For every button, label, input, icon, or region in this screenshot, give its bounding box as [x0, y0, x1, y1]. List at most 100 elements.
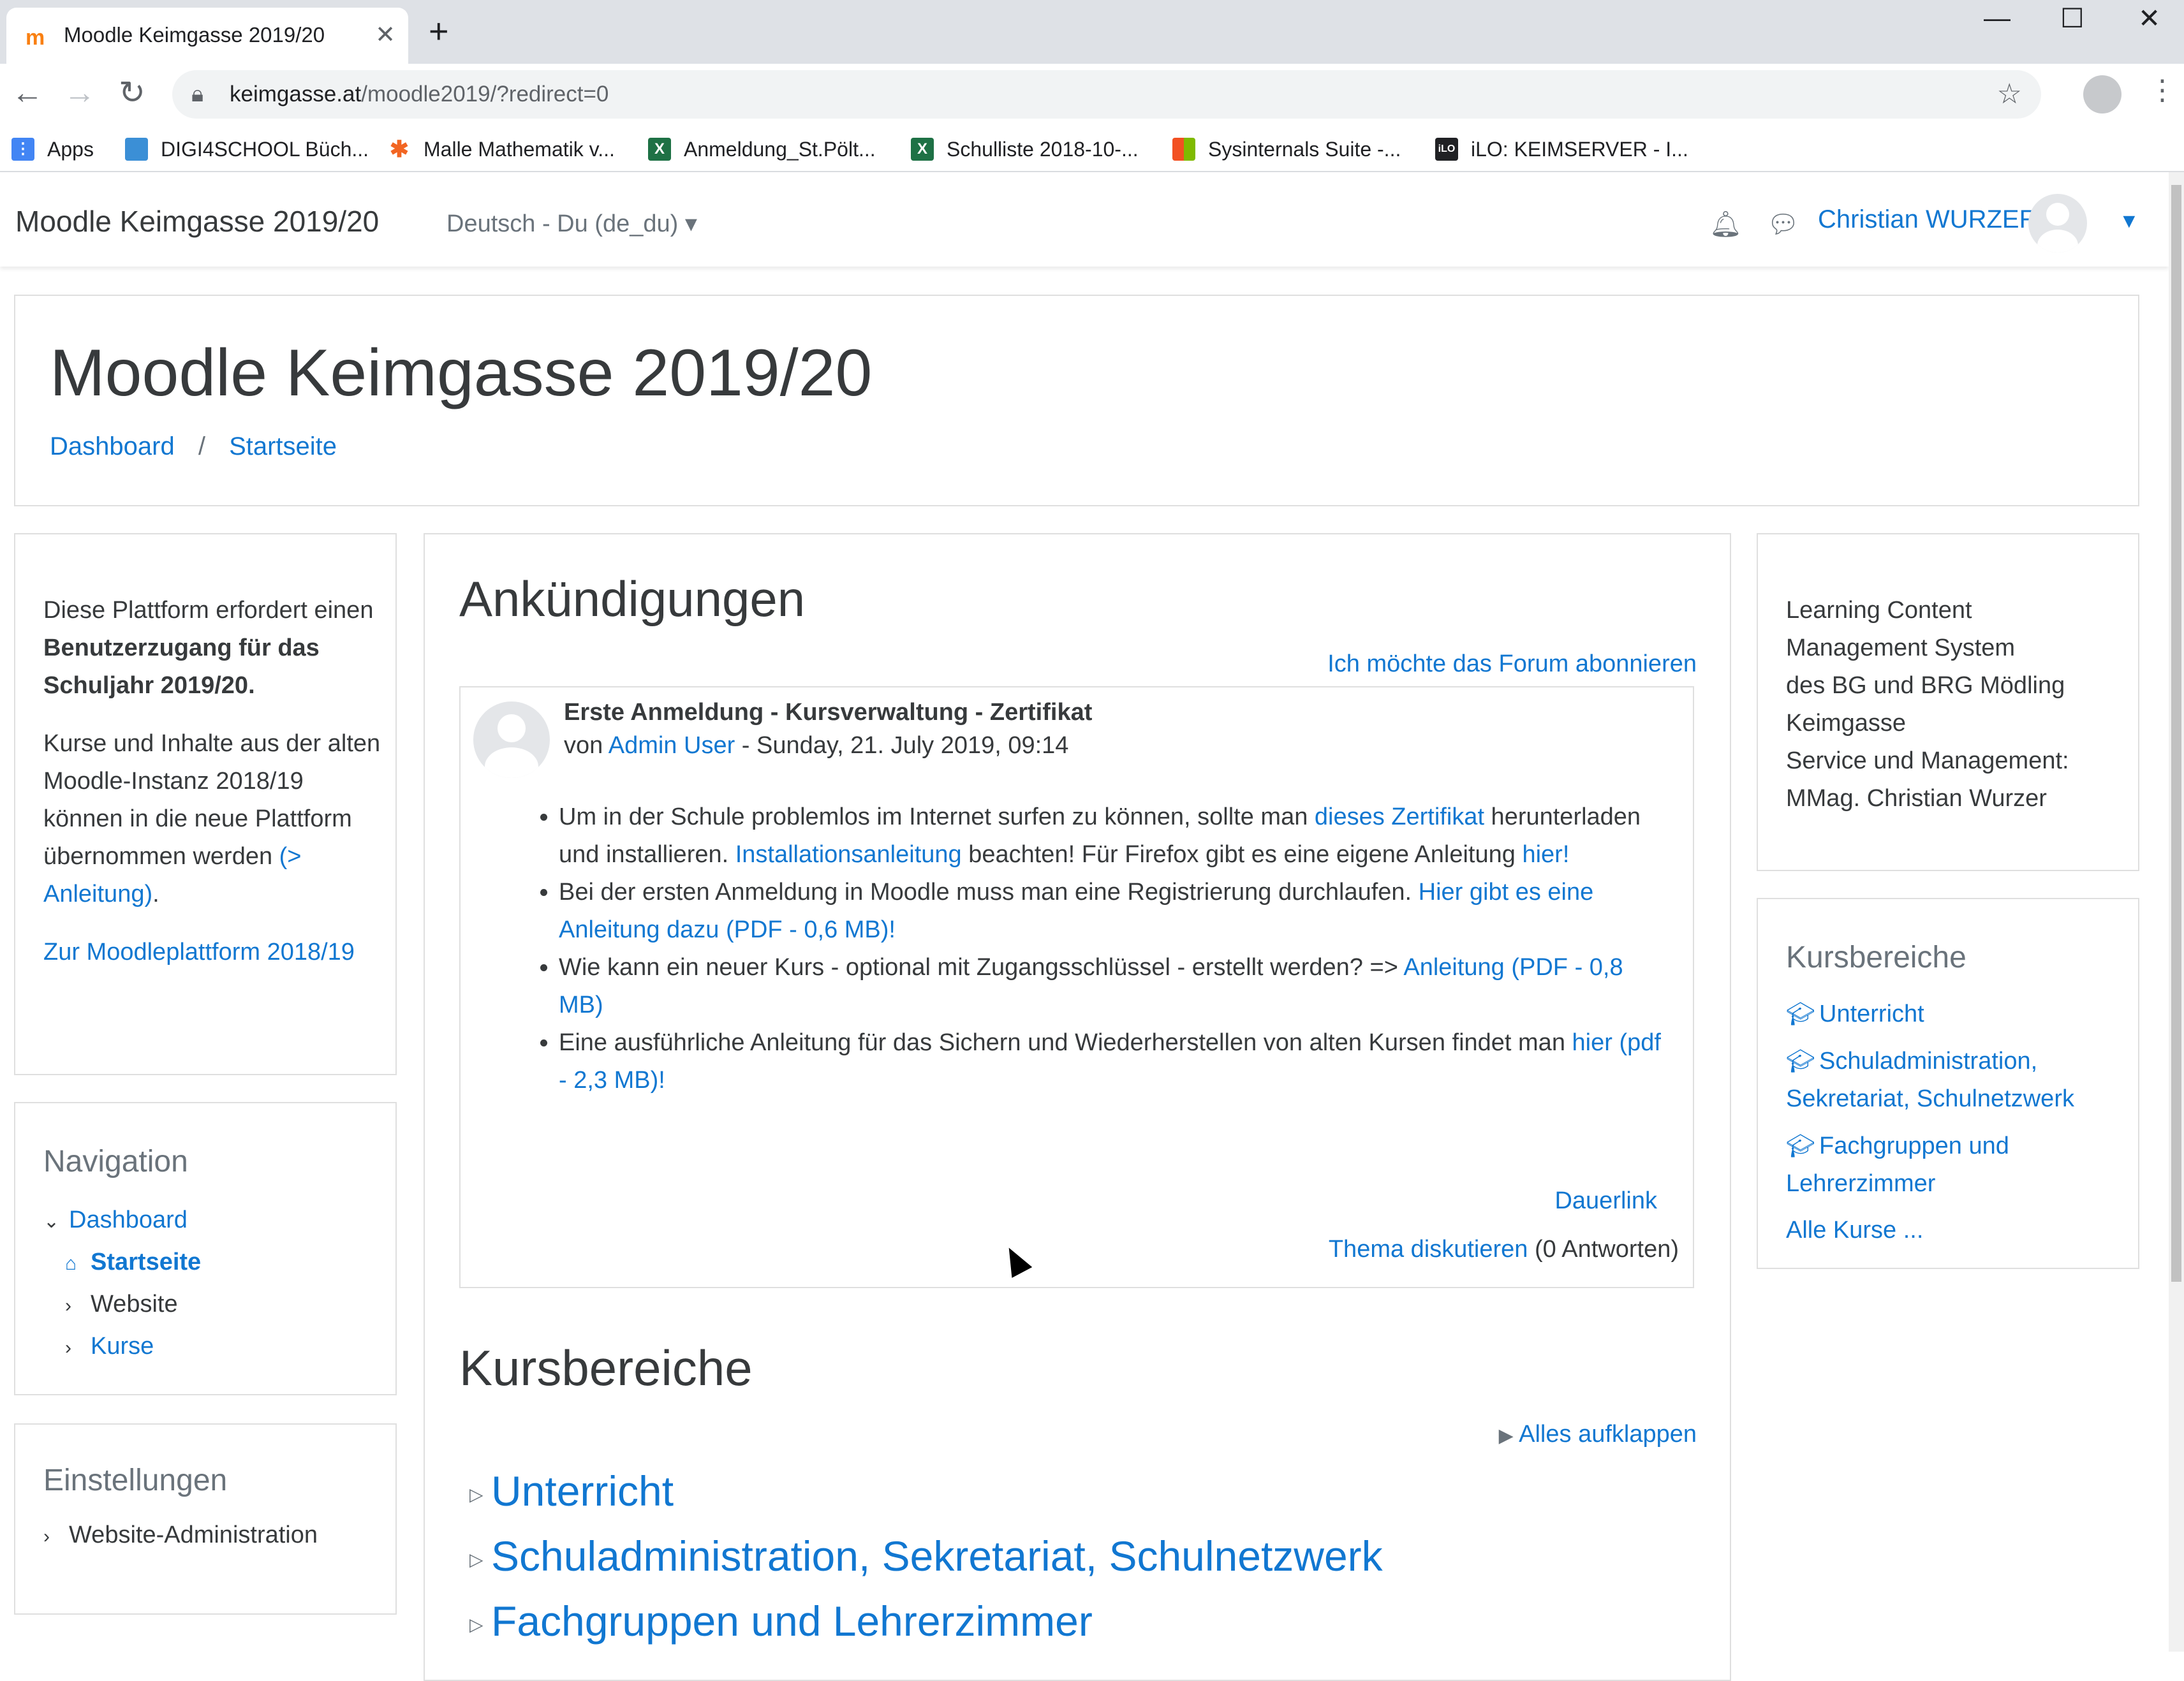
bookmark-sysinternals[interactable]: Sysinternals Suite -...: [1172, 135, 1401, 163]
navigation-tree: ⌄ Dashboard ⌂ Startseite › Website › Kurse: [43, 1199, 388, 1367]
info-text: Diese Plattform erfordert einen Benutzer…: [43, 597, 381, 965]
maximize-icon[interactable]: ☐: [2060, 3, 2084, 34]
block-category-fachgruppen[interactable]: 🎓︎ Fachgruppen und Lehrerzimmer: [1786, 1127, 2130, 1203]
course-categories-block-title: Kursbereiche: [1786, 941, 1966, 974]
nav-item-startseite[interactable]: ⌂ Startseite: [43, 1241, 388, 1283]
settings-title: Einstellungen: [43, 1464, 228, 1497]
subscribe-forum-link[interactable]: Ich möchte das Forum abonnieren: [1327, 650, 1697, 678]
settings-block: Einstellungen › Website-Administration: [14, 1423, 397, 1615]
tab-title: Moodle Keimgasse 2019/20: [64, 23, 325, 47]
chevron-right-icon[interactable]: ›: [65, 1285, 91, 1327]
bookmark-apps[interactable]: ⋮ Apps: [11, 135, 94, 163]
block-category-unterricht[interactable]: 🎓︎ Unterricht: [1786, 995, 2130, 1033]
certificate-link[interactable]: dieses Zertifikat: [1315, 804, 1484, 830]
firefox-guide-link[interactable]: hier!: [1522, 841, 1569, 868]
language-menu[interactable]: Deutsch - Du (de_du) ▾: [446, 209, 697, 238]
installation-guide-link[interactable]: Installationsanleitung: [735, 841, 962, 868]
page-header: Moodle Keimgasse 2019/20 Dashboard / Sta…: [14, 295, 2139, 506]
page-scrollbar-thumb[interactable]: [2171, 185, 2181, 1282]
block-category-schuladministration[interactable]: 🎓︎ Schuladministration, Sekretariat, Schu…: [1786, 1042, 2130, 1118]
course-categories-block: Kursbereiche 🎓︎ Unterricht 🎓︎ Schuladminis…: [1757, 898, 2139, 1269]
navigation-title: Navigation: [43, 1145, 188, 1178]
profile-avatar-icon[interactable]: [2083, 75, 2121, 114]
announcements-title: Ankündigungen: [459, 571, 806, 627]
minimize-icon[interactable]: —: [1984, 3, 2011, 33]
all-courses-link[interactable]: Alle Kurse ...: [1786, 1212, 2130, 1249]
bookmarks-bar: ⋮ Apps DIGI4SCHOOL Büch... ✱ Malle Mathe…: [0, 126, 2184, 172]
bookmark-malle[interactable]: ✱ Malle Mathematik v...: [388, 135, 615, 163]
list-item: Wie kann ein neuer Kurs - optional mit Z…: [559, 949, 1669, 1024]
user-menu-caret-icon[interactable]: ▼: [2119, 209, 2139, 233]
chevron-down-icon[interactable]: ⌄: [43, 1201, 69, 1243]
apps-grid-icon: ⋮: [11, 138, 34, 161]
breadcrumb-startseite[interactable]: Startseite: [229, 432, 337, 460]
old-moodle-link[interactable]: Zur Moodleplattform 2018/19: [43, 939, 355, 965]
post-subject: Erste Anmeldung - Kursverwaltung - Zerti…: [564, 699, 1093, 726]
site-brand[interactable]: Moodle Keimgasse 2019/20: [15, 204, 379, 239]
triangle-right-icon[interactable]: ▷: [469, 1549, 491, 1570]
new-tab-button[interactable]: +: [429, 14, 449, 48]
browser-tab[interactable]: m Moodle Keimgasse 2019/20 ✕: [6, 8, 408, 64]
expand-all-link[interactable]: ▶ Alles aufklappen: [1499, 1421, 1697, 1448]
notifications-bell-icon[interactable]: 🔔︎: [1709, 209, 1742, 239]
excel-icon: X: [911, 138, 934, 161]
url-text: keimgasse.at/moodle2019/?redirect=0: [230, 82, 609, 106]
close-window-icon[interactable]: ✕: [2138, 3, 2160, 34]
post-author-line: von Admin User - Sunday, 21. July 2019, …: [564, 732, 1069, 759]
discuss-line: Thema diskutieren (0 Antworten): [1328, 1236, 1679, 1263]
author-link[interactable]: Admin User: [609, 732, 735, 759]
home-icon: ⌂: [65, 1253, 77, 1274]
course-categories-title: Kursbereiche: [459, 1340, 753, 1396]
moodle-navbar: Moodle Keimgasse 2019/20 Deutsch - Du (d…: [0, 172, 2169, 267]
settings-tree: › Website-Administration: [43, 1514, 388, 1556]
graduation-cap-icon: 🎓︎: [1786, 1001, 1815, 1027]
permalink-link[interactable]: Dauerlink: [1554, 1187, 1657, 1215]
category-fachgruppen[interactable]: ▷ Fachgruppen und Lehrerzimmer: [469, 1597, 1093, 1645]
moodle-favicon-icon: m: [26, 26, 45, 50]
ilo-icon: iLO: [1435, 138, 1458, 161]
author-avatar: [473, 701, 550, 778]
browser-toolbar: ← → ↻ 🔒︎ keimgasse.at/moodle2019/?redire…: [0, 64, 2184, 126]
course-categories-list: 🎓︎ Unterricht 🎓︎ Schuladministration, Sekr…: [1786, 995, 2130, 1258]
bookmark-ilo[interactable]: iLO iLO: KEIMSERVER - I...: [1435, 135, 1688, 163]
page-title: Moodle Keimgasse 2019/20: [50, 336, 873, 410]
nav-item-website[interactable]: › Website: [43, 1283, 388, 1325]
post-body: Um in der Schule problemlos im Internet …: [531, 798, 1669, 1099]
malle-icon: ✱: [389, 136, 410, 162]
settings-item-site-admin[interactable]: › Website-Administration: [43, 1514, 388, 1556]
chevron-right-icon[interactable]: ›: [65, 1327, 91, 1369]
forum-post: Erste Anmeldung - Kursverwaltung - Zerti…: [459, 686, 1694, 1288]
bookmark-anmeldung[interactable]: X Anmeldung_St.Pölt...: [648, 135, 876, 163]
triangle-right-icon[interactable]: ▷: [469, 1484, 491, 1505]
user-menu-name[interactable]: Christian WURZER: [1818, 205, 2037, 234]
nav-item-dashboard[interactable]: ⌄ Dashboard: [43, 1199, 388, 1241]
discuss-topic-link[interactable]: Thema diskutieren: [1329, 1236, 1528, 1263]
browser-menu-icon[interactable]: ⋮: [2148, 74, 2176, 106]
back-arrow-icon[interactable]: ←: [11, 77, 43, 108]
excel-icon: X: [648, 138, 671, 161]
category-unterricht[interactable]: ▷ Unterricht: [469, 1467, 674, 1515]
chevron-right-icon[interactable]: ›: [43, 1516, 69, 1558]
close-tab-icon[interactable]: ✕: [375, 20, 395, 49]
bookmark-digi4school[interactable]: DIGI4SCHOOL Büch...: [125, 135, 369, 163]
user-avatar[interactable]: [2028, 194, 2087, 253]
reload-icon[interactable]: ↻: [119, 77, 145, 108]
bookmark-schulliste[interactable]: X Schulliste 2018-10-...: [911, 135, 1139, 163]
navigation-block: Navigation ⌄ Dashboard ⌂ Startseite › Websi…: [14, 1102, 397, 1395]
main-content: Ankündigungen Ich möchte das Forum abonn…: [424, 533, 1731, 1681]
info-block: Diese Plattform erfordert einen Benutzer…: [14, 533, 397, 1075]
bookmark-star-icon[interactable]: ☆: [1997, 78, 2022, 110]
digi4school-icon: [125, 138, 148, 161]
nav-item-kurse[interactable]: › Kurse: [43, 1325, 388, 1367]
triangle-right-icon: ▶: [1498, 1425, 1514, 1446]
breadcrumb-dashboard[interactable]: Dashboard: [50, 432, 175, 460]
list-item: Eine ausführliche Anleitung für das Sich…: [559, 1024, 1669, 1099]
category-schuladministration[interactable]: ▷ Schuladministration, Sekretariat, Schul…: [469, 1532, 1383, 1580]
triangle-right-icon[interactable]: ▷: [469, 1614, 491, 1635]
address-bar[interactable]: 🔒︎ keimgasse.at/moodle2019/?redirect=0 ☆: [172, 70, 2041, 119]
graduation-cap-icon: 🎓︎: [1786, 1048, 1815, 1074]
forward-arrow-icon[interactable]: →: [64, 77, 96, 108]
list-item: Um in der Schule problemlos im Internet …: [559, 798, 1669, 874]
graduation-cap-icon: 🎓︎: [1786, 1133, 1815, 1159]
messages-chat-icon[interactable]: 💬︎: [1767, 209, 1799, 239]
